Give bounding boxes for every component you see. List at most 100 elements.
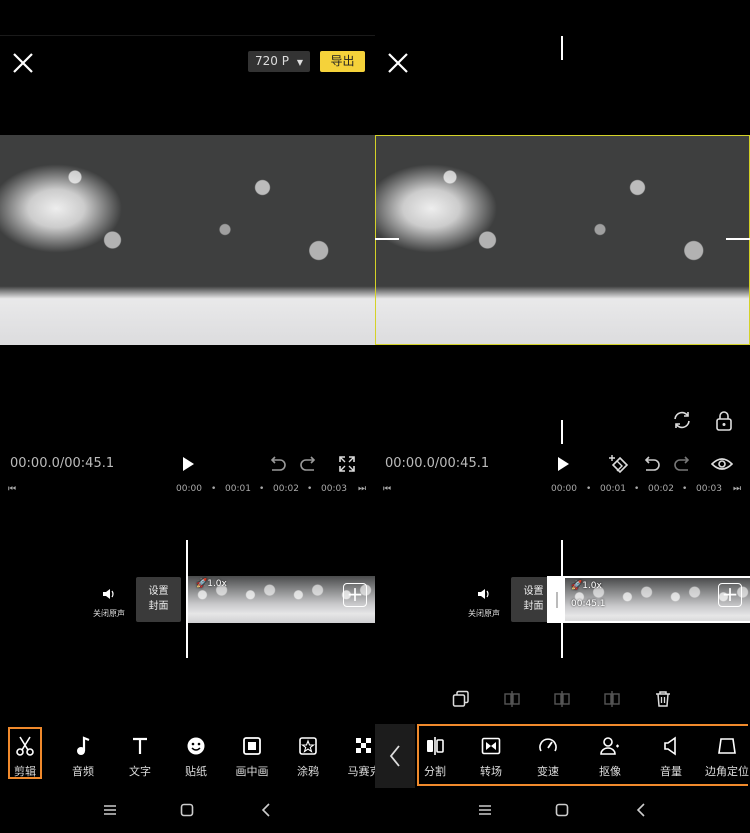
tool-pip[interactable]: 画中画 (227, 735, 277, 779)
tool-audio-label: 音频 (72, 765, 94, 778)
tool-transition[interactable]: 转场 (466, 735, 516, 779)
crop-handle-left[interactable] (375, 238, 399, 240)
ruler-tick: 00:01 (225, 484, 251, 494)
duplicate-button[interactable] (450, 688, 472, 710)
undo-icon (270, 456, 286, 471)
split-disabled-icon (604, 691, 620, 707)
home-square-icon (555, 803, 569, 817)
speaker-icon (478, 589, 489, 599)
cover-label-line1: 设置 (148, 586, 169, 597)
scissors-icon (16, 736, 34, 756)
music-note-icon (77, 736, 90, 755)
resolution-selector[interactable]: 720 P ▼ (248, 51, 310, 72)
undo-icon (644, 456, 660, 471)
clip-thumbnail (661, 578, 709, 621)
tool-speed-label: 变速 (537, 765, 559, 778)
mute-original-label: 关闭原声 (468, 609, 500, 618)
text-icon (133, 737, 147, 754)
clip-speed-badge: 🚀1.0x (571, 581, 602, 591)
tool-cutout-label: 抠像 (599, 765, 621, 778)
back-nav-button[interactable] (631, 800, 651, 820)
timeline-ruler: ⏮ 00:00 • 00:01 • 00:02 • 00:03 ⏭ (383, 484, 742, 494)
back-chevron-icon (261, 803, 270, 817)
playhead[interactable] (561, 540, 563, 658)
bottom-marker (561, 420, 563, 444)
trash-icon (656, 691, 670, 707)
video-frame (0, 135, 375, 345)
tool-mosaic[interactable]: 马赛克 (339, 735, 375, 779)
skip-end-icon[interactable]: ⏭ (733, 484, 741, 494)
back-chevron-icon (636, 803, 645, 817)
system-nav-bar (375, 796, 750, 826)
ruler-tick: 00:02 (648, 484, 674, 494)
menu-nav-button[interactable] (475, 800, 495, 820)
crop-handle-right[interactable] (726, 238, 750, 240)
selection-frame[interactable] (375, 135, 750, 345)
delete-button[interactable] (652, 688, 674, 710)
undo-button[interactable] (264, 451, 290, 477)
mute-original-label: 关闭原声 (93, 609, 125, 618)
mute-original-toggle[interactable]: 关闭原声 (458, 585, 510, 619)
play-button[interactable] (550, 451, 576, 477)
playhead[interactable] (186, 540, 188, 658)
tool-audio[interactable]: 音频 (58, 735, 108, 779)
export-button[interactable]: 导出 (320, 51, 365, 72)
corner-pin-icon (718, 738, 736, 754)
ruler-tick: 00:00 (176, 484, 202, 494)
tool-mosaic-label: 马赛克 (347, 765, 376, 778)
tool-split-label: 分割 (424, 765, 446, 778)
tool-doodle-label: 涂鸦 (297, 765, 319, 778)
tool-text[interactable]: 文字 (115, 735, 165, 779)
skip-start-icon[interactable]: ⏮ (383, 484, 391, 494)
ruler-tick: 00:00 (551, 484, 577, 494)
home-nav-button[interactable] (552, 800, 572, 820)
sticker-icon (187, 737, 205, 755)
cover-label-line2: 封面 (148, 601, 169, 612)
back-nav-button[interactable] (256, 800, 276, 820)
fullscreen-button[interactable] (334, 451, 360, 477)
tool-edit-label: 剪辑 (14, 765, 36, 778)
ruler-tick: 00:03 (696, 484, 722, 494)
menu-nav-button[interactable] (100, 800, 120, 820)
tool-corner-pin-label: 边角定位 (705, 765, 749, 778)
lock-button[interactable] (715, 410, 735, 432)
split-right-button (601, 688, 623, 710)
add-clip-button[interactable]: + (718, 583, 742, 607)
status-divider (0, 35, 375, 36)
video-preview[interactable] (0, 135, 375, 345)
tool-split[interactable]: 分割 (410, 735, 460, 779)
tool-corner-pin[interactable]: 边角定位 (702, 735, 750, 779)
clip-thumbnail (236, 576, 284, 623)
close-icon[interactable] (10, 50, 36, 76)
redo-button[interactable] (670, 451, 696, 477)
skip-end-icon[interactable]: ⏭ (358, 484, 366, 494)
keyframe-button[interactable] (606, 451, 632, 477)
undo-button[interactable] (638, 451, 664, 477)
skip-start-icon[interactable]: ⏮ (8, 484, 16, 494)
tool-sticker-label: 贴纸 (185, 765, 207, 778)
home-nav-button[interactable] (177, 800, 197, 820)
set-cover-button[interactable]: 设置 封面 (136, 577, 181, 622)
preview-toggle-button[interactable] (709, 451, 735, 477)
ruler-tick: 00:01 (600, 484, 626, 494)
tool-cutout[interactable]: 抠像 (585, 735, 635, 779)
split-left-button (501, 688, 523, 710)
mute-original-toggle[interactable]: 关闭原声 (83, 585, 135, 619)
tool-sticker[interactable]: 贴纸 (171, 735, 221, 779)
tool-text-label: 文字 (129, 765, 151, 778)
lock-icon (716, 411, 732, 431)
tool-edit[interactable]: 剪辑 (0, 735, 50, 779)
rotate-button[interactable] (672, 410, 692, 430)
tool-volume[interactable]: 音量 (646, 735, 696, 779)
tool-speed[interactable]: 变速 (523, 735, 573, 779)
redo-icon (674, 456, 690, 471)
redo-button[interactable] (296, 451, 322, 477)
tool-doodle[interactable]: 涂鸦 (283, 735, 333, 779)
play-button[interactable] (175, 451, 201, 477)
collapse-tools-button[interactable] (375, 724, 415, 788)
add-clip-button[interactable]: + (343, 583, 367, 607)
hamburger-icon (104, 805, 116, 815)
close-icon[interactable] (385, 50, 411, 76)
copy-icon (452, 690, 469, 707)
video-preview[interactable] (375, 135, 750, 345)
